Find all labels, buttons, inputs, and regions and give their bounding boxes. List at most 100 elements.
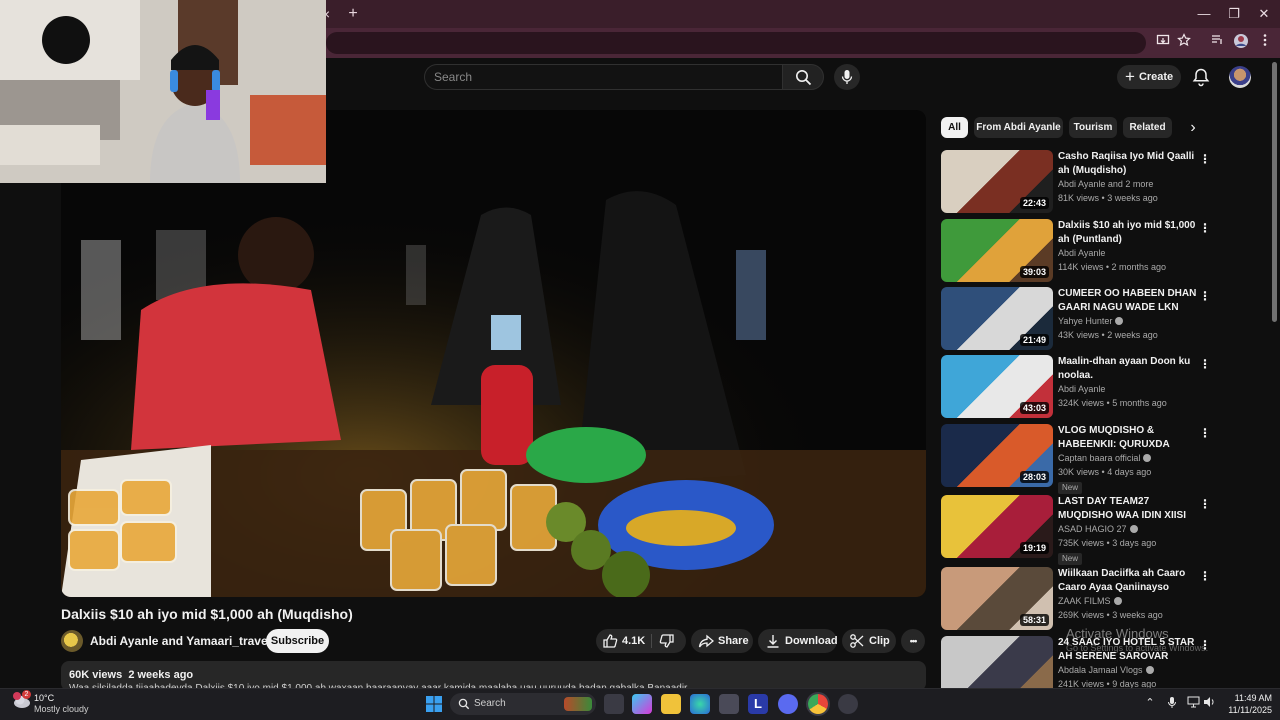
recommendation-item[interactable]: 58:31 Wiilkaan Daciifka ah Caaro Caaro Ay… <box>941 567 1211 631</box>
download-button[interactable]: Download <box>758 629 838 653</box>
more-vert-icon[interactable]: ⋮ <box>1199 426 1211 440</box>
recommendation-channel[interactable]: Abdi Ayanle <box>1058 384 1105 394</box>
chip-from-abdi-ayanle[interactable]: From Abdi Ayanle <box>974 117 1063 138</box>
recommendation-thumbnail[interactable]: 58:31 <box>941 567 1053 630</box>
install-app-icon[interactable] <box>1152 33 1174 53</box>
page-scrollbar[interactable] <box>1272 62 1277 322</box>
recommendation-item[interactable]: 43:03 Maalin-dhan ayaan Doon ku noolaa. Ab… <box>941 355 1211 419</box>
more-vert-icon[interactable]: ⋮ <box>1199 497 1211 511</box>
recommendation-thumbnail[interactable]: 43:03 <box>941 355 1053 418</box>
recommendation-item[interactable]: 21:49 CUMEER OO HABEEN DHAN GAARI NAGU WA… <box>941 287 1211 351</box>
recommendation-thumbnail[interactable]: 21:49 <box>941 287 1053 350</box>
recommendation-channel[interactable]: Yahye Hunter <box>1058 316 1124 326</box>
more-vert-icon[interactable]: ⋮ <box>1199 357 1211 371</box>
recommendation-thumbnail[interactable]: 28:03 <box>941 424 1053 487</box>
search-button[interactable] <box>782 64 824 90</box>
close-window-button[interactable]: ✕ <box>1247 2 1280 26</box>
activate-windows-subtitle: Go to Settings to activate Windows. <box>1066 643 1209 653</box>
like-button[interactable]: 4.1K <box>596 629 650 653</box>
file-explorer-icon[interactable] <box>661 694 681 714</box>
clock-date: 11/11/2025 <box>1228 705 1272 715</box>
profile-avatar-icon[interactable] <box>1230 33 1252 53</box>
copilot-icon[interactable] <box>632 694 652 714</box>
microphone-tray-icon[interactable] <box>1165 696 1179 710</box>
voice-search-button[interactable] <box>834 64 860 90</box>
taskbar-clock[interactable]: 11:49 AM 11/11/2025 <box>1222 692 1272 716</box>
chip-tourism[interactable]: Tourism <box>1069 117 1117 138</box>
recommendation-thumbnail[interactable]: 39:03 <box>941 219 1053 282</box>
windows-start-icon[interactable] <box>424 694 444 714</box>
share-button[interactable]: Share <box>691 629 753 653</box>
recommendation-item[interactable]: 22:43 Casho Raqiisa Iyo Mid Qaalli ah (Mu… <box>941 150 1211 214</box>
recommendation-item[interactable]: 19:19 LAST DAY TEAM27 MUQDISHO WAA IDIN X… <box>941 495 1211 565</box>
recommendation-stats: 324K views • 5 months ago <box>1058 398 1167 408</box>
clock-time: 11:49 AM <box>1234 693 1272 703</box>
account-avatar[interactable] <box>1229 66 1251 88</box>
channel-name[interactable]: Abdi Ayanle and Yamaari_traveler <box>90 634 282 648</box>
search-highlight-icon <box>564 697 592 711</box>
channel-avatar[interactable] <box>61 630 83 652</box>
minimize-button[interactable]: — <box>1187 2 1221 26</box>
network-icon[interactable] <box>1186 696 1200 710</box>
recommendation-title[interactable]: LAST DAY TEAM27 MUQDISHO WAA IDIN XIISI … <box>1058 495 1198 523</box>
media-controls-icon[interactable] <box>1206 33 1228 53</box>
upload-age: 2 weeks ago <box>128 669 194 681</box>
recommendation-title[interactable]: VLOG MUQDISHO & HABEENKII: QURUXDA CAASI… <box>1058 424 1198 452</box>
recommendation-thumbnail[interactable]: 22:43 <box>941 150 1053 213</box>
recommendation-thumbnail[interactable]: 19:19 <box>941 495 1053 558</box>
recommendation-title[interactable]: Maalin-dhan ayaan Doon ku noolaa. <box>1058 355 1198 383</box>
plus-icon: + <box>1125 67 1135 86</box>
recommendation-item[interactable]: 28:03 VLOG MUQDISHO & HABEENKII: QURUXDA … <box>941 424 1211 494</box>
recommendation-title[interactable]: CUMEER OO HABEEN DHAN GAARI NAGU WADE LK… <box>1058 287 1198 315</box>
verified-check-icon <box>1145 666 1154 674</box>
clip-button[interactable]: Clip <box>842 629 896 653</box>
new-tab-button[interactable]: + <box>342 3 364 25</box>
app-l-icon[interactable]: L <box>748 694 768 714</box>
recommendation-stats: 114K views • 2 months ago <box>1058 262 1167 272</box>
microsoft-store-icon[interactable] <box>719 694 739 714</box>
chrome-icon[interactable] <box>808 694 828 714</box>
search-icon <box>796 70 812 86</box>
dislike-button[interactable] <box>654 629 686 653</box>
edge-browser-icon[interactable] <box>690 694 710 714</box>
volume-icon[interactable] <box>1202 696 1216 710</box>
recommendation-title[interactable]: Wiilkaan Daciifka ah Caaro Caaro Ayaa Qa… <box>1058 567 1198 595</box>
notifications-bell-icon[interactable] <box>1191 67 1211 87</box>
more-vert-icon[interactable]: ⋮ <box>1199 569 1211 583</box>
recommendation-channel[interactable]: Abdala Jamaal Vlogs <box>1058 665 1154 675</box>
recommendation-item[interactable]: 39:03 Dalxiis $10 ah iyo mid $1,000 ah (P… <box>941 219 1211 283</box>
recommendation-channel[interactable]: Captan baara official <box>1058 453 1152 463</box>
chip-related[interactable]: Related <box>1123 117 1172 138</box>
discord-icon[interactable] <box>778 694 798 714</box>
recommendation-stats: 30K views • 4 days ago <box>1058 467 1152 477</box>
verified-check-icon <box>1143 454 1152 462</box>
video-duration: 22:43 <box>1019 197 1049 209</box>
recommendation-channel[interactable]: Abdi Ayanle <box>1058 248 1105 258</box>
chevron-right-icon[interactable]: › <box>1184 118 1202 138</box>
video-duration: 43:03 <box>1019 402 1049 414</box>
obs-icon[interactable] <box>838 694 858 714</box>
address-bar[interactable] <box>326 32 1146 54</box>
search-input[interactable]: Search <box>424 64 782 90</box>
restore-button[interactable]: ❐ <box>1217 2 1251 26</box>
recommendation-channel[interactable]: ZAAK FILMS <box>1058 596 1122 606</box>
more-actions-button[interactable]: ••• <box>901 629 925 653</box>
recommendation-title[interactable]: Dalxiis $10 ah iyo mid $1,000 ah (Puntla… <box>1058 219 1198 247</box>
create-button[interactable]: + Create <box>1117 65 1181 89</box>
recommendation-title[interactable]: Casho Raqiisa Iyo Mid Qaalli ah (Muqdish… <box>1058 150 1198 178</box>
tray-chevron-up-icon[interactable]: ⌃ <box>1143 696 1157 710</box>
more-vert-icon[interactable]: ⋮ <box>1199 289 1211 303</box>
task-view-icon[interactable] <box>604 694 624 714</box>
chip-all[interactable]: All <box>941 117 968 138</box>
more-vert-icon[interactable]: ⋮ <box>1199 152 1211 166</box>
thumbs-down-icon <box>659 634 674 648</box>
video-player[interactable] <box>61 110 926 597</box>
download-icon <box>767 635 779 648</box>
more-vert-icon[interactable]: ⋮ <box>1199 221 1211 235</box>
subscribe-button[interactable]: Subscribe <box>266 629 329 653</box>
recommendation-channel[interactable]: Abdi Ayanle and 2 more <box>1058 179 1153 189</box>
recommendation-channel[interactable]: ASAD HAGIO 27 <box>1058 524 1138 534</box>
bookmark-star-icon[interactable] <box>1173 33 1195 53</box>
browser-menu-icon[interactable] <box>1254 33 1276 53</box>
recommendation-stats: 81K views • 3 weeks ago <box>1058 193 1158 203</box>
